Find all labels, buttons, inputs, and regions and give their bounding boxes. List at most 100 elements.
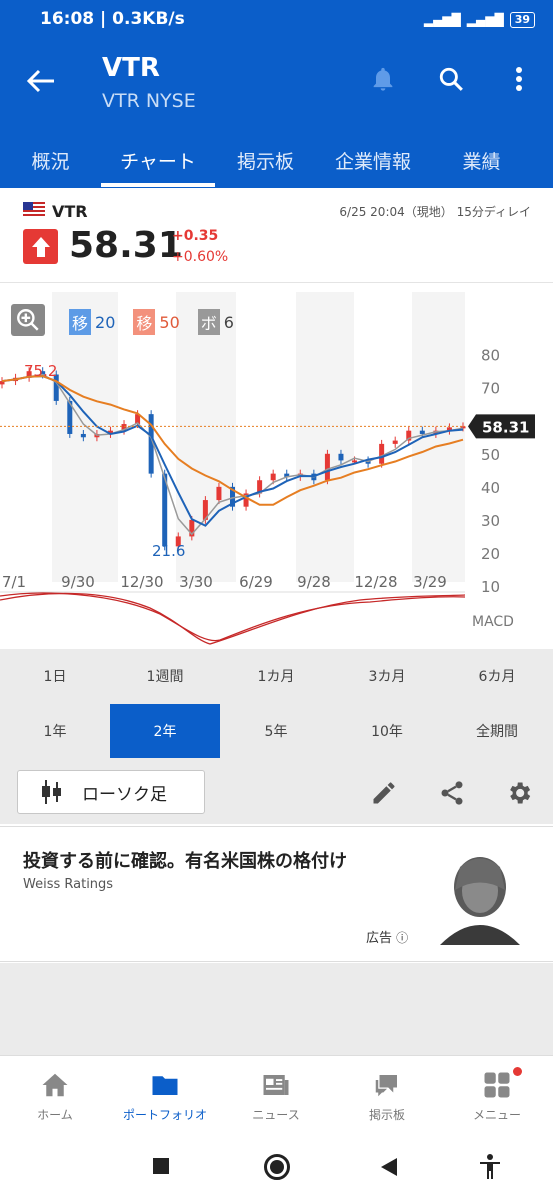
status-time: 16:08 | 0.3KB/s bbox=[40, 9, 185, 29]
home-icon bbox=[42, 1073, 68, 1097]
macd-panel: MACD bbox=[0, 591, 514, 645]
legend-boll-value: 6 bbox=[223, 312, 234, 332]
alert-button[interactable] bbox=[366, 62, 400, 96]
chart-bands bbox=[52, 292, 465, 582]
nav-home-label: ホーム bbox=[37, 1108, 73, 1122]
high-annotation: 75.2 bbox=[24, 362, 57, 380]
back-arrow-icon bbox=[26, 69, 54, 93]
period-10y[interactable]: 10年 bbox=[332, 704, 442, 758]
more-button[interactable] bbox=[502, 62, 536, 96]
page-subtitle: VTR NYSE bbox=[102, 90, 196, 112]
back-triangle-icon[interactable] bbox=[380, 1157, 398, 1177]
chat-icon bbox=[375, 1075, 397, 1097]
status-clock: 16:08 bbox=[40, 9, 95, 29]
home-circle-icon[interactable] bbox=[264, 1154, 290, 1180]
x-tick-label: 12/30 bbox=[120, 573, 163, 591]
candle bbox=[324, 453, 330, 481]
y-tick-label: 30 bbox=[481, 512, 500, 530]
accessibility-icon[interactable] bbox=[479, 1154, 501, 1180]
candle bbox=[352, 460, 358, 463]
chart-type-button[interactable]: ローソク足 bbox=[17, 770, 205, 814]
y-tick-label: 20 bbox=[481, 545, 500, 563]
status-icons: ▂▄▆█ ▂▄▆█ 39 bbox=[424, 12, 535, 28]
chart-type-label: ローソク足 bbox=[82, 784, 167, 805]
tab-chart[interactable]: チャート bbox=[101, 133, 215, 188]
period-1w[interactable]: 1週間 bbox=[110, 649, 220, 703]
quote-datetime: 6/25 20:04（現地） 15分ディレイ bbox=[339, 205, 531, 219]
period-2y[interactable]: 2年 bbox=[110, 704, 220, 758]
candle bbox=[216, 486, 222, 501]
status-speed: 0.3KB/s bbox=[112, 9, 185, 29]
period-6m[interactable]: 6カ月 bbox=[442, 649, 552, 703]
y-tick-label: 10 bbox=[481, 578, 500, 596]
period-3m[interactable]: 3カ月 bbox=[332, 649, 442, 703]
period-5y[interactable]: 5年 bbox=[221, 704, 331, 758]
tab-earnings[interactable]: 業績 bbox=[430, 133, 533, 188]
tab-company[interactable]: 企業情報 bbox=[316, 133, 430, 188]
search-icon bbox=[439, 67, 463, 91]
legend-ma50-value: 50 bbox=[159, 312, 180, 332]
x-tick-label: 3/30 bbox=[179, 573, 213, 591]
candle bbox=[80, 433, 86, 438]
draw-button[interactable] bbox=[368, 777, 400, 809]
share-icon bbox=[441, 781, 463, 805]
ad-label[interactable]: 広告 ⓘ bbox=[366, 927, 408, 946]
nav-home[interactable]: ホーム bbox=[0, 1056, 110, 1136]
nav-board-label: 掲示板 bbox=[368, 1108, 405, 1122]
signal2-icon: ▂▄▆█ bbox=[466, 13, 504, 27]
legend-boll-tag: ボ bbox=[197, 309, 220, 335]
tab-bar: 概況 チャート 掲示板 企業情報 業績 bbox=[0, 133, 553, 188]
period-1y[interactable]: 1年 bbox=[0, 704, 110, 758]
y-tick-label: 70 bbox=[481, 380, 500, 398]
ad-label-text: 広告 bbox=[366, 931, 393, 946]
tab-board[interactable]: 掲示板 bbox=[215, 133, 316, 188]
low-annotation: 21.6 bbox=[152, 542, 185, 560]
status-bar: 16:08 | 0.3KB/s ▂▄▆█ ▂▄▆█ 39 bbox=[0, 0, 553, 40]
period-selector: 1日 1週間 1カ月 3カ月 6カ月 1年 2年 5年 10年 全期間 ローソク… bbox=[0, 649, 553, 824]
macd-line bbox=[0, 592, 466, 645]
bell-icon bbox=[373, 67, 393, 91]
legend-ma20-tag: 移 bbox=[69, 309, 92, 335]
pencil-icon bbox=[373, 782, 395, 804]
candle bbox=[392, 440, 398, 444]
news-icon bbox=[263, 1075, 289, 1095]
zoom-in-icon bbox=[17, 309, 39, 331]
period-all[interactable]: 全期間 bbox=[442, 704, 552, 758]
nav-portfolio[interactable]: ポートフォリオ bbox=[110, 1056, 220, 1136]
back-button[interactable] bbox=[26, 68, 56, 94]
settings-button[interactable] bbox=[503, 777, 535, 809]
nav-board[interactable]: 掲示板 bbox=[332, 1056, 442, 1136]
chart-band bbox=[296, 292, 354, 582]
x-tick-label: 9/30 bbox=[61, 573, 95, 591]
signal-icon: ▂▄▆█ bbox=[423, 13, 461, 27]
nav-news[interactable]: ニュース bbox=[221, 1056, 331, 1136]
search-button[interactable] bbox=[434, 62, 468, 96]
notification-dot bbox=[513, 1067, 522, 1076]
active-tab-indicator bbox=[101, 183, 215, 187]
info-icon: ⓘ bbox=[396, 931, 409, 945]
chart-band bbox=[176, 292, 236, 582]
period-1m[interactable]: 1カ月 bbox=[221, 649, 331, 703]
candle bbox=[379, 443, 385, 464]
nav-menu[interactable]: メニュー bbox=[442, 1056, 552, 1136]
candle bbox=[419, 430, 425, 434]
quote-change-pct: +0.60% bbox=[172, 249, 229, 265]
us-flag-icon bbox=[23, 202, 45, 217]
price-chart[interactable]: 8070605040302010 7/19/3012/303/306/299/2… bbox=[0, 292, 553, 648]
x-tick-label: 12/28 bbox=[354, 573, 397, 591]
x-tick-label: 9/28 bbox=[297, 573, 331, 591]
recent-apps-icon[interactable] bbox=[153, 1158, 169, 1174]
legend-ma20-value: 20 bbox=[95, 312, 116, 332]
chart-band bbox=[412, 292, 465, 582]
x-tick-label: 6/29 bbox=[239, 573, 273, 591]
ad-banner[interactable]: 投資する前に確認。有名米国株の格付け Weiss Ratings 広告 ⓘ bbox=[0, 826, 553, 962]
candlestick-icon bbox=[42, 780, 61, 804]
period-1d[interactable]: 1日 bbox=[0, 649, 110, 703]
share-button[interactable] bbox=[436, 777, 468, 809]
zoom-button[interactable] bbox=[11, 304, 45, 336]
nav-news-label: ニュース bbox=[252, 1108, 300, 1122]
candle bbox=[270, 473, 276, 481]
tab-overview[interactable]: 概況 bbox=[0, 133, 101, 188]
battery-icon: 39 bbox=[509, 12, 535, 28]
nav-menu-label: メニュー bbox=[472, 1108, 521, 1122]
